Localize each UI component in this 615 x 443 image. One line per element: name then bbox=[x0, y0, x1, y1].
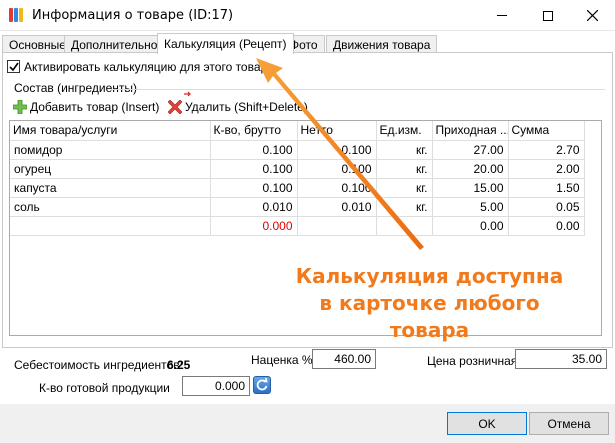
cell-unit[interactable]: кг. bbox=[376, 159, 433, 179]
add-item-button[interactable]: Добавить товар (Insert) bbox=[13, 99, 159, 115]
output-quantity-label: К-во готовой продукции bbox=[39, 381, 170, 395]
cell-gross[interactable]: 0.000 bbox=[210, 216, 298, 236]
cell-sum[interactable]: 0.05 bbox=[508, 197, 585, 217]
column-header-name[interactable]: Имя товара/услуги bbox=[10, 121, 211, 141]
cell-net[interactable] bbox=[297, 216, 377, 236]
cell-name[interactable]: капуста bbox=[10, 178, 211, 198]
cell-name[interactable]: огурец bbox=[10, 159, 211, 179]
close-icon bbox=[587, 10, 598, 21]
cell-net[interactable]: 0.010 bbox=[297, 197, 377, 217]
cell-gross[interactable]: 0.100 bbox=[210, 159, 298, 179]
tab-calculation[interactable]: Калькуляция (Рецепт) bbox=[157, 33, 294, 54]
retail-price-label: Цена розничная bbox=[427, 354, 518, 368]
delete-item-label: Удалить (Shift+Delete) bbox=[185, 100, 308, 114]
maximize-button[interactable] bbox=[525, 0, 570, 31]
activate-calc-label[interactable]: Активировать калькуляцию для этого товар… bbox=[24, 60, 274, 74]
table-row[interactable]: соль 0.010 0.010 кг. 5.00 0.05 bbox=[10, 197, 585, 217]
group-divider bbox=[110, 89, 605, 90]
cell-sum[interactable]: 0.00 bbox=[508, 216, 585, 236]
cell-price[interactable]: 0.00 bbox=[432, 216, 509, 236]
cell-unit[interactable]: кг. bbox=[376, 178, 433, 198]
tab-strip: Основные Дополнительно Калькуляция (Реце… bbox=[0, 33, 615, 54]
cell-gross[interactable]: 0.010 bbox=[210, 197, 298, 217]
table-row[interactable]: помидор 0.100 0.100 кг. 27.00 2.70 bbox=[10, 140, 585, 160]
output-quantity-input[interactable]: 0.000 bbox=[182, 376, 250, 396]
tab-main[interactable]: Основные bbox=[2, 35, 73, 53]
cost-label: Себестоимость ингредиентов: bbox=[14, 358, 183, 372]
column-header-gross[interactable]: К-во, брутто bbox=[210, 121, 298, 141]
cell-price[interactable]: 5.00 bbox=[432, 197, 509, 217]
ingredients-group-label: Состав (ингредиенты) bbox=[14, 81, 137, 95]
table-header-row: Имя товара/услуги К-во, брутто Нетто Ед.… bbox=[10, 121, 585, 141]
column-header-price[interactable]: Приходная ... bbox=[432, 121, 509, 141]
column-header-unit[interactable]: Ед.изм. bbox=[376, 121, 433, 141]
cell-unit[interactable]: кг. bbox=[376, 197, 433, 217]
markup-input[interactable]: 460.00 bbox=[312, 349, 376, 369]
cell-sum[interactable]: 2.00 bbox=[508, 159, 585, 179]
annotation-callout: Калькуляция доступна в карточке любого т… bbox=[282, 263, 577, 344]
check-icon bbox=[9, 62, 19, 72]
cell-sum[interactable]: 2.70 bbox=[508, 140, 585, 160]
annotation-line-2: в карточке любого товара bbox=[319, 291, 540, 342]
cell-unit[interactable]: кг. bbox=[376, 140, 433, 160]
cell-price[interactable]: 27.00 bbox=[432, 140, 509, 160]
table-row[interactable]: капуста 0.100 0.100 кг. 15.00 1.50 bbox=[10, 178, 585, 198]
cell-gross[interactable]: 0.100 bbox=[210, 178, 298, 198]
cell-net[interactable]: 0.100 bbox=[297, 178, 377, 198]
tab-movements[interactable]: Движения товара bbox=[326, 35, 438, 53]
title-bar: Информация о товаре (ID:17) bbox=[0, 0, 615, 31]
refresh-button[interactable] bbox=[253, 376, 271, 394]
tab-extra[interactable]: Дополнительно bbox=[64, 35, 165, 53]
cell-name[interactable] bbox=[10, 216, 211, 236]
delete-icon bbox=[168, 100, 182, 114]
cell-sum[interactable]: 1.50 bbox=[508, 178, 585, 198]
delete-item-button[interactable]: Удалить (Shift+Delete) bbox=[168, 99, 308, 115]
column-header-net[interactable]: Нетто bbox=[297, 121, 377, 141]
minimize-button[interactable] bbox=[479, 0, 524, 31]
column-header-sum[interactable]: Сумма bbox=[508, 121, 585, 141]
cell-gross[interactable]: 0.100 bbox=[210, 140, 298, 160]
small-arrow-icon bbox=[184, 91, 191, 97]
cell-net[interactable]: 0.100 bbox=[297, 159, 377, 179]
app-icon bbox=[9, 7, 25, 23]
table-totals-row[interactable]: 0.000 0.00 0.00 bbox=[10, 216, 585, 236]
annotation-line-1: Калькуляция доступна bbox=[295, 264, 564, 288]
cell-price[interactable]: 20.00 bbox=[432, 159, 509, 179]
maximize-icon bbox=[542, 10, 553, 21]
table-row[interactable]: огурец 0.100 0.100 кг. 20.00 2.00 bbox=[10, 159, 585, 179]
plus-icon bbox=[13, 100, 27, 114]
ok-button[interactable]: OK bbox=[447, 412, 527, 435]
close-button[interactable] bbox=[570, 0, 615, 31]
add-item-label: Добавить товар (Insert) bbox=[30, 100, 160, 114]
cell-net[interactable]: 0.100 bbox=[297, 140, 377, 160]
cost-value: 6.25 bbox=[167, 358, 191, 372]
cell-unit[interactable] bbox=[376, 216, 433, 236]
cell-price[interactable]: 15.00 bbox=[432, 178, 509, 198]
cancel-button[interactable]: Отмена bbox=[529, 412, 609, 435]
refresh-icon bbox=[256, 377, 268, 391]
minimize-icon bbox=[496, 15, 507, 16]
markup-label: Наценка % bbox=[251, 353, 313, 367]
activate-calc-checkbox[interactable] bbox=[7, 60, 20, 73]
window-title: Информация о товаре (ID:17) bbox=[32, 8, 234, 23]
retail-price-input[interactable]: 35.00 bbox=[515, 349, 607, 369]
cell-name[interactable]: соль bbox=[10, 197, 211, 217]
cell-name[interactable]: помидор bbox=[10, 140, 211, 160]
